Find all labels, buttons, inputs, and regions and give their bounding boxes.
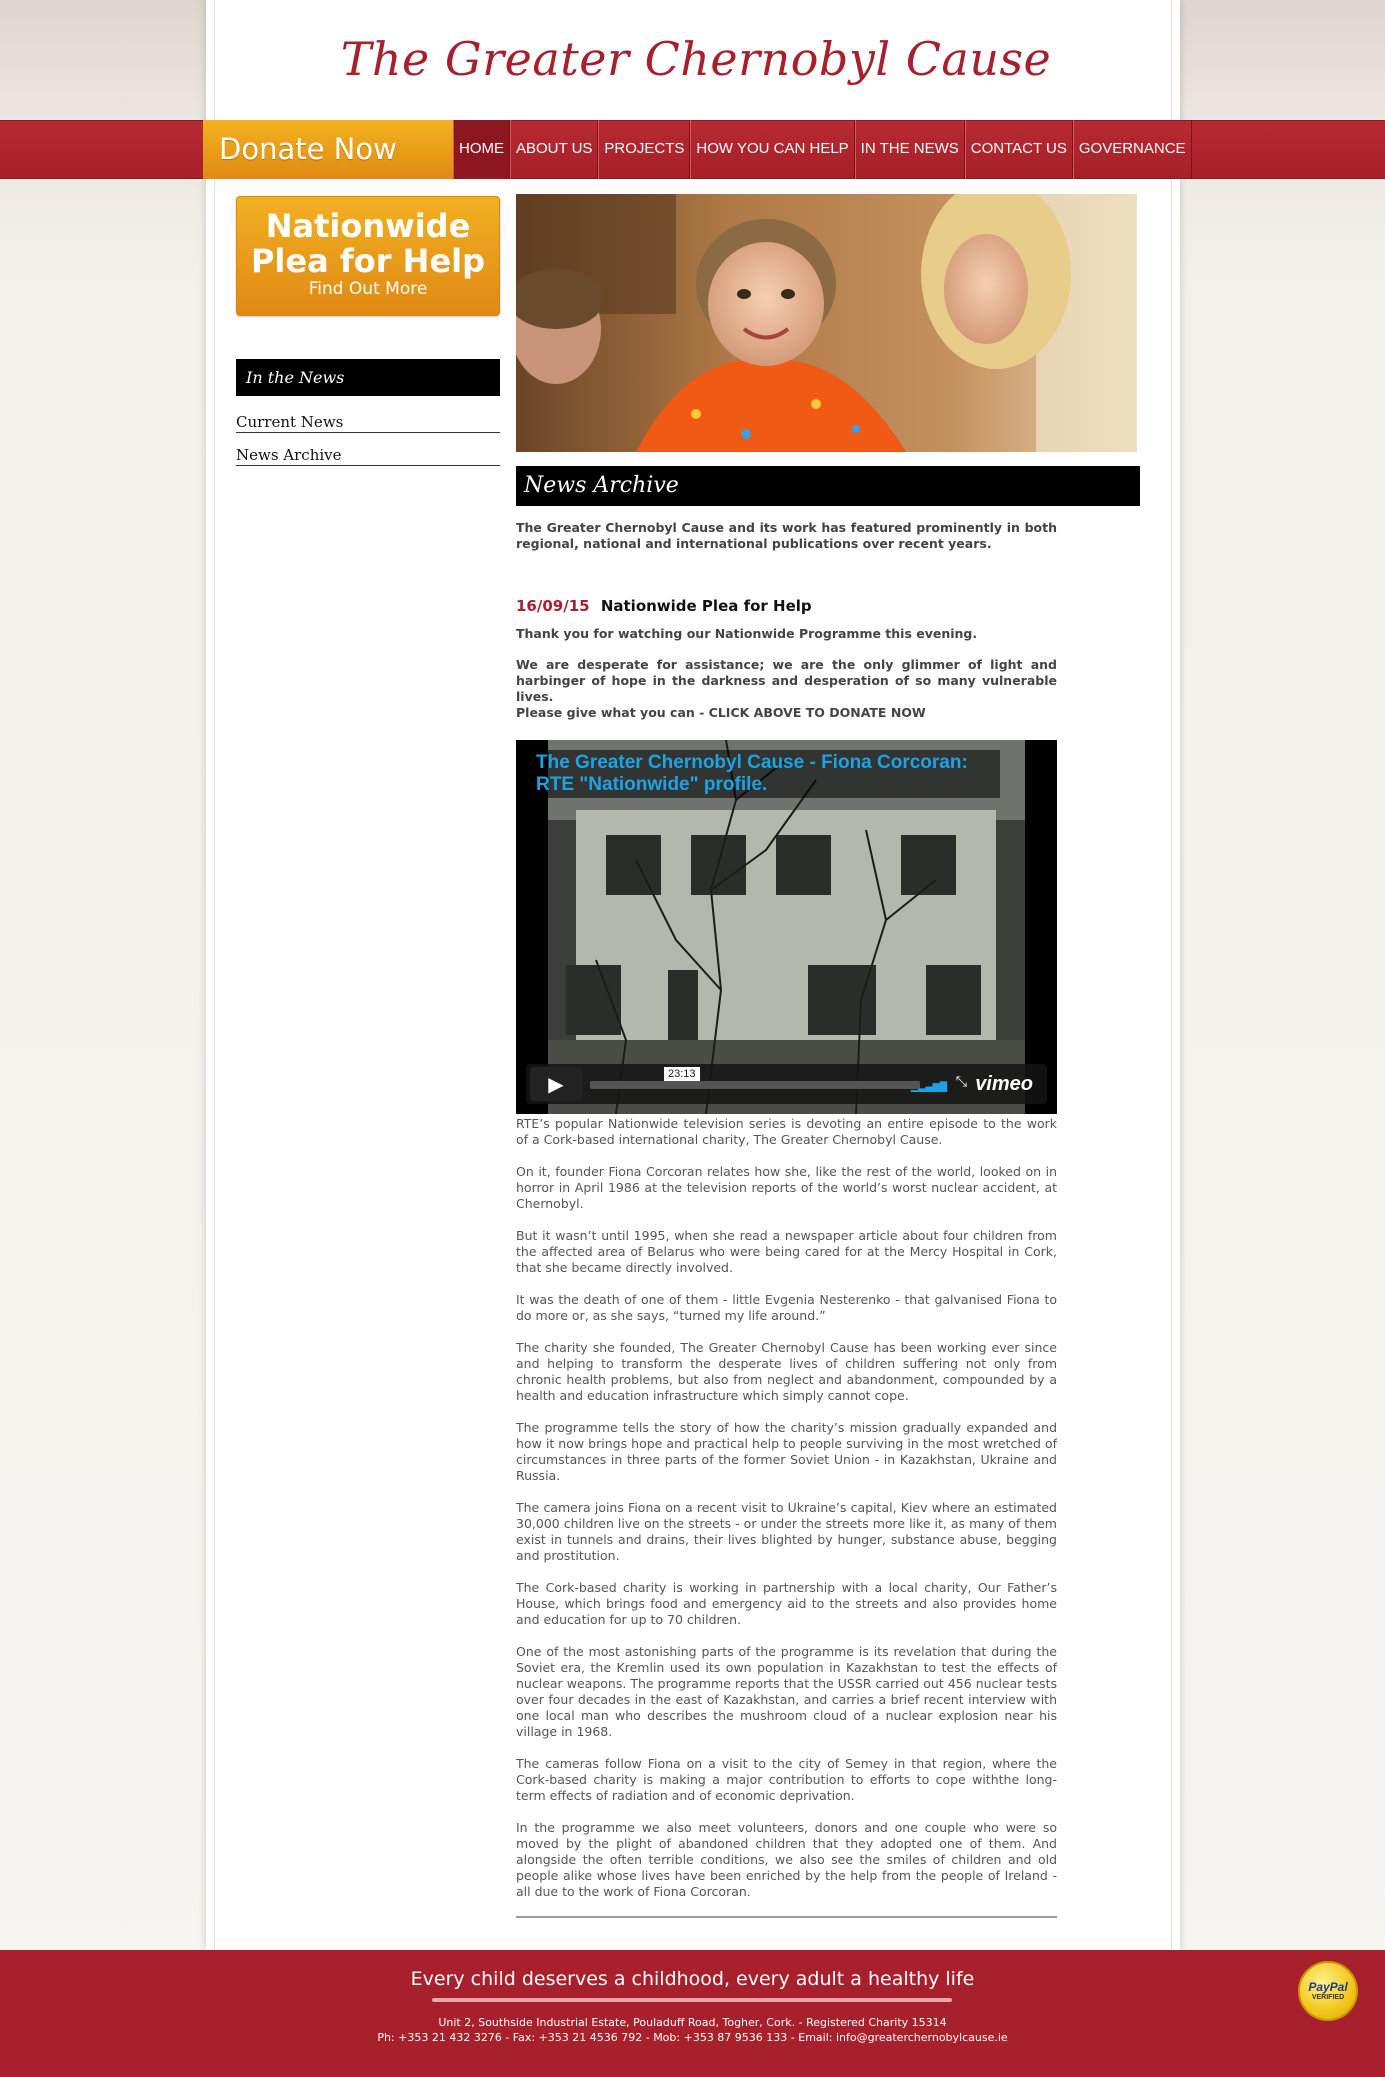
- nationwide-plea-banner[interactable]: Nationwide Plea for Help Find Out More: [236, 196, 500, 316]
- volume-icon[interactable]: ▁▂▃▅▆: [911, 1078, 947, 1092]
- news-para-thanks: Thank you for watching our Nationwide Pr…: [516, 626, 978, 641]
- article-body: RTE’s popular Nationwide television seri…: [516, 1116, 1057, 1916]
- article-paragraph: In the programme we also meet volunteers…: [516, 1820, 1057, 1899]
- play-button[interactable]: ▶: [530, 1067, 582, 1101]
- nav-item-home[interactable]: HOME: [453, 120, 510, 179]
- news-date: 16/09/15: [516, 597, 590, 615]
- nav-item-how-you-can-help[interactable]: HOW YOU CAN HELP: [690, 120, 855, 179]
- article-paragraph: The camera joins Fiona on a recent visit…: [516, 1500, 1057, 1563]
- footer-address-line: Unit 2, Southside Industrial Estate, Pou…: [438, 2016, 947, 2029]
- article-paragraph: The cameras follow Fiona on a visit to t…: [516, 1756, 1057, 1803]
- footer-tagline: Every child deserves a childhood, every …: [410, 1968, 975, 1990]
- site-logo[interactable]: The Greater Chernobyl Cause: [230, 32, 1162, 86]
- news-item-header: 16/09/15 Nationwide Plea for Help: [516, 597, 1057, 615]
- plea-find-out-more: Find Out More: [308, 279, 428, 299]
- paypal-name: PayPal: [1308, 1980, 1348, 1994]
- paypal-verified-label: VERIFIED: [1311, 1994, 1345, 2001]
- hero-photo: [516, 194, 1137, 452]
- plea-title: Nationwide Plea for Help: [250, 207, 486, 280]
- site-header: The Greater Chernobyl Cause: [230, 12, 1162, 118]
- paypal-verified-badge[interactable]: PayPal VERIFIED: [1298, 1961, 1358, 2021]
- article-paragraph: One of the most astonishing parts of the…: [516, 1644, 1057, 1739]
- content-divider: [516, 1916, 1057, 1918]
- nav-item-projects[interactable]: PROJECTS: [598, 120, 691, 179]
- intro-text: The Greater Chernobyl Cause and its work…: [516, 520, 1057, 551]
- video-controls: ▶ 23:13 ▁▂▃▅▆ ⤡ vimeo: [526, 1064, 1047, 1104]
- page-title: News Archive: [516, 466, 1140, 506]
- nav-item-in-the-news[interactable]: IN THE NEWS: [854, 120, 965, 179]
- article-paragraph: It was the death of one of them - little…: [516, 1292, 1057, 1323]
- video-progress-bar[interactable]: 23:13: [590, 1067, 920, 1089]
- donate-now-button[interactable]: Donate Now: [203, 120, 453, 179]
- vimeo-video-player[interactable]: The Greater Chernobyl Cause - Fiona Corc…: [516, 740, 1057, 1114]
- news-para-donate[interactable]: Please give what you can - CLICK ABOVE T…: [516, 705, 1057, 721]
- article-paragraph: RTE’s popular Nationwide television seri…: [516, 1116, 1057, 1147]
- footer-phone-email-line[interactable]: Ph: +353 21 432 3276 - Fax: +353 21 4536…: [0, 2030, 1385, 2045]
- video-title[interactable]: The Greater Chernobyl Cause - Fiona Corc…: [530, 750, 1000, 798]
- sidebar-heading: In the News: [236, 359, 500, 396]
- sidebar-link-news-archive[interactable]: News Archive: [236, 446, 500, 466]
- news-title: Nationwide Plea for Help: [600, 597, 812, 615]
- article-paragraph: On it, founder Fiona Corcoran relates ho…: [516, 1164, 1057, 1211]
- video-duration: 23:13: [664, 1067, 700, 1081]
- news-para-desperate: We are desperate for assistance; we are …: [516, 657, 1057, 704]
- nav-menu: HOME ABOUT US PROJECTS HOW YOU CAN HELP …: [453, 120, 1192, 179]
- footer-divider: [432, 1998, 952, 2002]
- article-paragraph: The Cork-based charity is working in par…: [516, 1580, 1057, 1627]
- article-paragraph: The programme tells the story of how the…: [516, 1420, 1057, 1483]
- vimeo-logo[interactable]: vimeo: [975, 1073, 1033, 1096]
- nav-item-governance[interactable]: GOVERNANCE: [1072, 120, 1192, 179]
- nav-item-about-us[interactable]: ABOUT US: [510, 120, 599, 179]
- nav-item-contact-us[interactable]: CONTACT US: [964, 120, 1073, 179]
- fullscreen-icon[interactable]: ⤡: [956, 1074, 967, 1090]
- footer-contact-info: Unit 2, Southside Industrial Estate, Pou…: [0, 2015, 1385, 2045]
- article-paragraph: But it wasn’t until 1995, when she read …: [516, 1228, 1057, 1275]
- article-paragraph: The charity she founded, The Greater Che…: [516, 1340, 1057, 1403]
- sidebar-link-current-news[interactable]: Current News: [236, 413, 500, 433]
